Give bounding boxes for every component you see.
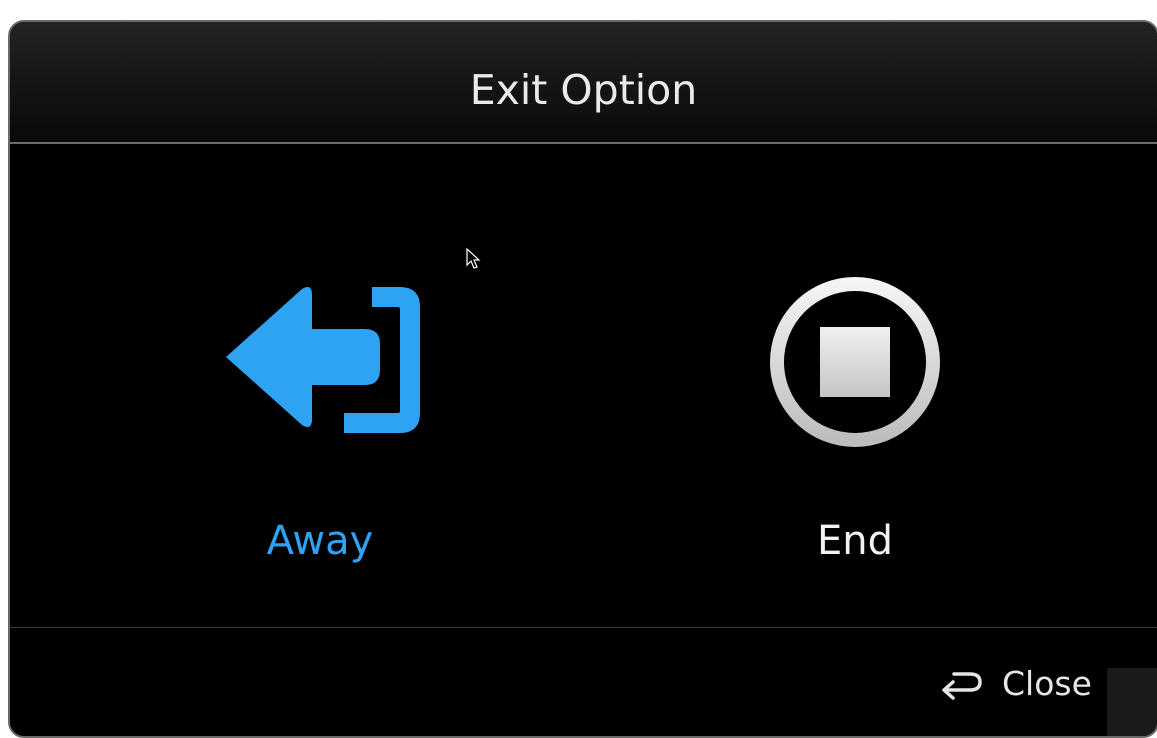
end-button[interactable]: End	[705, 277, 1005, 565]
exit-option-dialog: Exit Option Away End Close	[8, 20, 1157, 738]
away-label: Away	[266, 518, 374, 564]
corner-block	[1107, 668, 1157, 736]
away-button[interactable]: Away	[170, 277, 470, 565]
footer-divider	[10, 627, 1157, 628]
close-button[interactable]: Close	[940, 658, 1115, 708]
mouse-cursor-icon	[466, 248, 481, 269]
end-label: End	[816, 518, 893, 564]
exit-arrow-icon	[226, 287, 420, 433]
dialog-header: Exit Option	[10, 22, 1157, 144]
stop-circle-icon	[770, 277, 940, 447]
close-label: Close	[1002, 663, 1092, 703]
dialog-title: Exit Option	[469, 66, 698, 114]
return-arrow-icon	[942, 672, 982, 700]
